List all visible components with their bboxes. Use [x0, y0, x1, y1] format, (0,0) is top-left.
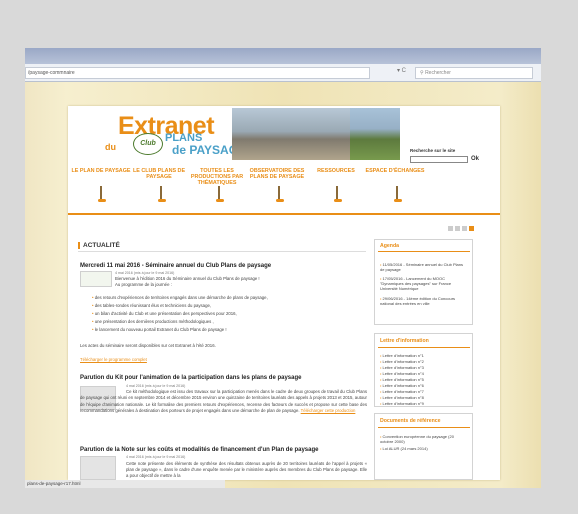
- article3-date: 4 mai 2016 (mis à jour le 9 mai 2016): [126, 455, 186, 459]
- site-search-label: Recherche sur le site: [410, 148, 456, 153]
- article3-title[interactable]: Parution de la Note sur les coûts et mod…: [80, 447, 319, 453]
- agenda-title: Agenda: [380, 243, 400, 249]
- nav-rope: [218, 186, 220, 200]
- lettre-item[interactable]: • Lettre d'information n°5: [380, 377, 424, 382]
- lettre-item-text[interactable]: Lettre d'information n°8: [383, 395, 424, 400]
- nav-espace-echanges[interactable]: ESPACE D'ÉCHANGES: [360, 168, 430, 174]
- article1-actes: Les actes du séminaire seront disponible…: [80, 343, 216, 348]
- address-bar[interactable]: /paysage-commnaire: [25, 67, 370, 79]
- agenda-item-text[interactable]: 29/06/2016 - 14ème édition du Concours n…: [380, 296, 455, 306]
- nav-rope: [336, 186, 338, 200]
- bullet-text: des retours d'expériences de territoires…: [94, 295, 268, 300]
- nav-plan-de-paysage[interactable]: LE PLAN DE PAYSAGE: [70, 168, 132, 174]
- browser-search-input[interactable]: ⚲ Rechercher: [415, 67, 533, 79]
- nav-rope: [160, 186, 162, 200]
- nav-productions-thematiques[interactable]: TOUTES LES PRODUCTIONS PAR THÉMATIQUES: [188, 168, 246, 186]
- nav-hook: [98, 199, 106, 202]
- article1-bullet: • le lancement du nouveau portail Extran…: [92, 327, 227, 332]
- lettre-item[interactable]: • Lettre d'information n°6: [380, 383, 424, 388]
- lettre-item[interactable]: • Lettre d'information n°7: [380, 389, 424, 394]
- bullet-text: un bilan d'activité du Club et une prése…: [94, 311, 237, 316]
- lettre-item-text[interactable]: Lettre d'information n°9: [383, 401, 424, 406]
- article1-bullet: • un bilan d'activité du Club et une pré…: [92, 311, 237, 316]
- site-search-input[interactable]: [410, 156, 468, 163]
- club-logo: Club: [133, 133, 163, 155]
- agenda-item-text[interactable]: 17/05/2016 - Lancement du MOOC "Dynamiqu…: [380, 276, 451, 291]
- site-search-ok-button[interactable]: Ok: [471, 156, 479, 162]
- sitemap-icon[interactable]: [469, 226, 474, 231]
- lettre-divider: [378, 347, 470, 348]
- search-placeholder: Rechercher: [425, 70, 451, 76]
- header-photo-park: [350, 108, 400, 160]
- agenda-item-text[interactable]: 11/05/2016 - Séminaire annuel du Club Pl…: [380, 262, 463, 272]
- agenda-item[interactable]: • 11/05/2016 - Séminaire annuel du Club …: [380, 262, 468, 272]
- article2-body: Ce kit méthodologique est issu des trava…: [80, 389, 367, 414]
- lettre-item[interactable]: • Lettre d'information n°3: [380, 365, 424, 370]
- nav-rope: [100, 186, 102, 200]
- document-item[interactable]: • Loi ALUR (24 mars 2014): [380, 446, 468, 451]
- article1-bullet: • des retours d'expériences de territoir…: [92, 295, 268, 300]
- nav-ressources[interactable]: RESSOURCES: [314, 168, 358, 174]
- article1-title[interactable]: Mercredi 11 mai 2016 - Séminaire annuel …: [80, 263, 271, 269]
- rss-icon[interactable]: [448, 226, 453, 231]
- article1-intro2: Au programme de la journée :: [115, 282, 172, 287]
- document-item-text[interactable]: Convention européenne du paysage (20 oct…: [380, 434, 454, 444]
- nav-observatoire[interactable]: OBSERVATOIRE DES PLANS DE PAYSAGE: [246, 168, 308, 180]
- article1-program-link[interactable]: Télécharger le programme complet: [80, 357, 147, 363]
- lettre-item-text[interactable]: Lettre d'information n°5: [383, 377, 424, 382]
- documents-title: Documents de référence: [380, 418, 441, 424]
- lettre-item-text[interactable]: Lettre d'information n°2: [383, 359, 424, 364]
- article1-bullet: • une présentation des dernières product…: [92, 319, 214, 324]
- bullet-text: une présentation des dernières productio…: [94, 319, 214, 324]
- lettre-item[interactable]: • Lettre d'information n°1: [380, 353, 424, 358]
- browser-status-bar: plans-de-paysage-r17.html: [25, 480, 225, 488]
- lettre-item[interactable]: • Lettre d'information n°2: [380, 359, 424, 364]
- agenda-item[interactable]: • 17/05/2016 - Lancement du MOOC "Dynami…: [380, 276, 468, 291]
- lettre-item[interactable]: • Lettre d'information n°9: [380, 401, 424, 406]
- bullet-text: le lancement du nouveau portail Extranet…: [94, 327, 227, 332]
- print-icon[interactable]: [455, 226, 460, 231]
- documents-divider: [378, 427, 470, 428]
- lettre-item[interactable]: • Lettre d'information n°8: [380, 395, 424, 400]
- nav-hook: [334, 199, 342, 202]
- browser-toolbar: /paysage-commnaire ▾ C ⚲ Rechercher: [25, 64, 541, 82]
- lettre-item-text[interactable]: Lettre d'information n°6: [383, 383, 424, 388]
- nav-rope: [278, 186, 280, 200]
- nav-club-plans-de-paysage[interactable]: LE CLUB PLANS DE PAYSAGE: [128, 168, 190, 180]
- nav-rope: [396, 186, 398, 200]
- lettre-item-text[interactable]: Lettre d'information n°1: [383, 353, 424, 358]
- lettre-title: Lettre d'information: [380, 338, 429, 344]
- lettre-item-text[interactable]: Lettre d'information n°7: [383, 389, 424, 394]
- site-du: du: [105, 142, 116, 152]
- club-logo-thumbnail: [80, 271, 112, 287]
- agenda-item[interactable]: • 29/06/2016 - 14ème édition du Concours…: [380, 296, 468, 306]
- agenda-divider: [378, 251, 470, 252]
- document-item[interactable]: • Convention européenne du paysage (20 o…: [380, 434, 468, 444]
- lettre-item[interactable]: • Lettre d'information n°4: [380, 371, 424, 376]
- browser-title-bar: [25, 48, 541, 64]
- heading-divider: [78, 251, 366, 252]
- reload-icon[interactable]: ▾ C: [397, 67, 406, 74]
- nav-hook: [216, 199, 224, 202]
- section-heading-actualite: ACTUALITÉ: [78, 242, 120, 249]
- article2-title[interactable]: Parution du Kit pour l'animation de la p…: [80, 375, 301, 381]
- lettre-item-text[interactable]: Lettre d'information n°3: [383, 365, 424, 370]
- logo-plans-text: PLANS: [165, 132, 203, 144]
- screenshot-stage: { "browser": { "address": "/paysage-comm…: [0, 0, 578, 514]
- article1-bullet: • des tables-rondes réunissant élus et t…: [92, 303, 212, 308]
- nav-hook: [276, 199, 284, 202]
- article3-body: Cette note présente des éléments de synt…: [126, 461, 367, 478]
- nav-divider: [68, 213, 500, 215]
- nav-hook: [158, 199, 166, 202]
- document-item-text[interactable]: Loi ALUR (24 mars 2014): [383, 446, 428, 451]
- bullet-text: des tables-rondes réunissant élus et tec…: [94, 303, 212, 308]
- nav-hook: [394, 199, 402, 202]
- lettre-item-text[interactable]: Lettre d'information n°4: [383, 371, 424, 376]
- text-size-icon[interactable]: [462, 226, 467, 231]
- note-thumbnail[interactable]: [80, 456, 116, 480]
- article2-download-link[interactable]: Télécharger cette production: [301, 408, 356, 413]
